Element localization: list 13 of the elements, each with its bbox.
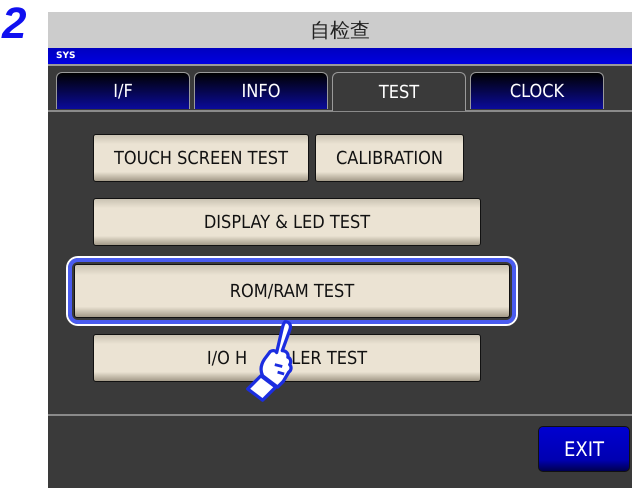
tab[interactable]: TEST	[332, 72, 466, 111]
tab[interactable]: INFO	[194, 72, 328, 109]
tab[interactable]: I/F	[56, 72, 190, 109]
test-button[interactable]: I/O H LER TEST	[93, 334, 481, 382]
mode-label: SYS	[56, 51, 76, 61]
exit-button[interactable]: EXIT	[538, 426, 630, 472]
window-title: 自检查	[310, 16, 370, 44]
test-button[interactable]: ROM/RAM TEST	[74, 264, 510, 318]
tab[interactable]: CLOCK	[470, 72, 604, 109]
step-number: 2	[2, 0, 26, 48]
test-button[interactable]: DISPLAY & LED TEST	[93, 198, 481, 246]
test-button[interactable]: CALIBRATION	[314, 134, 464, 182]
test-button[interactable]: TOUCH SCREEN TEST	[93, 134, 309, 182]
